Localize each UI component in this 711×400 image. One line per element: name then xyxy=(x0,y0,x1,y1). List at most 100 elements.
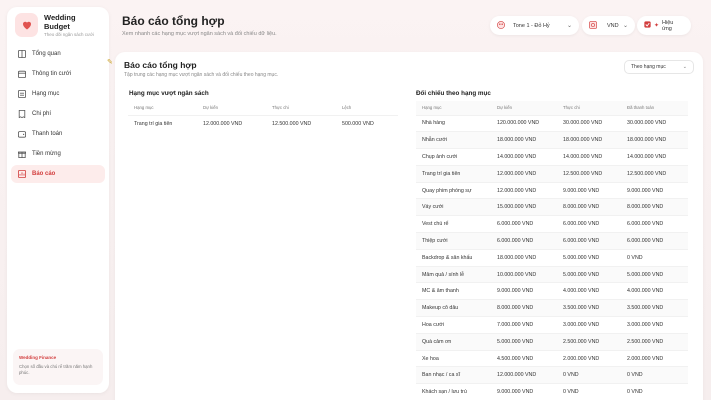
table-cell: 2.000.000 VND xyxy=(557,349,621,367)
table-row: Chụp ảnh cưới 14.000.000 VND 14.000.000 VN… xyxy=(416,148,688,166)
table-cell: 6.000.000 VND xyxy=(557,232,621,250)
sidebar-item-label: Thông tin cưới xyxy=(32,71,71,77)
calendar-icon xyxy=(17,70,26,79)
table-cell: 3.500.000 VND xyxy=(557,299,621,317)
effects-toggle[interactable]: ✦ Hiệu ứng xyxy=(637,16,691,35)
report-icon xyxy=(17,170,26,179)
table-cell: 18.000.000 VND xyxy=(491,131,557,149)
sidebar-item-categories[interactable]: Hạng mục xyxy=(11,85,105,103)
sidebar-item-wedding-info[interactable]: Thông tin cưới xyxy=(11,65,105,83)
table-cell: Chụp ảnh cưới xyxy=(416,148,491,166)
table-cell: 120.000.000 VND xyxy=(491,114,557,132)
column-header: Dự kiến xyxy=(491,101,557,115)
column-header: Thực chi xyxy=(272,105,289,111)
table-cell: 18.000.000 VND xyxy=(491,248,557,267)
column-header: Hạng mục xyxy=(416,101,491,115)
table-row: Nhẫn cưới 18.000.000 VND 18.000.000 VND 18.… xyxy=(416,131,688,149)
table-row: Makeup cô dâu 8.000.000 VND 3.500.000 VND 3… xyxy=(416,299,688,317)
table-cell: 2.000.000 VND xyxy=(621,349,688,367)
table-cell: Nhà hàng xyxy=(416,114,491,132)
chevron-down-icon: ⌄ xyxy=(622,23,628,29)
table-cell: 8.000.000 VND xyxy=(491,299,557,317)
panel-title: Báo cáo tổng hợp xyxy=(124,60,197,70)
column-header: Thực chi xyxy=(557,101,621,115)
sidebar-item-overview[interactable]: Tổng quan xyxy=(11,45,105,63)
table-cell: 12.000.000 VND xyxy=(491,164,557,183)
table-header-row: Hạng mục Dự kiến Thực chi Lệch xyxy=(128,101,398,115)
sidebar-item-expenses[interactable]: Chi phí xyxy=(11,105,105,123)
table-cell: Hoa cưới xyxy=(416,316,491,334)
table-cell: Nhẫn cưới xyxy=(416,131,491,149)
group-by-select[interactable]: Theo hạng mục ⌄ xyxy=(624,60,694,74)
table-row: Nhà hàng 120.000.000 VND 30.000.000 VND 30.… xyxy=(416,114,688,132)
table-row: Thiệp cưới 6.000.000 VND 6.000.000 VND 6.00… xyxy=(416,232,688,250)
report-panel: Báo cáo tổng hợp Tập trung các hạng mục … xyxy=(115,52,703,400)
table-cell: 6.000.000 VND xyxy=(491,232,557,250)
sidebar-item-label: Báo cáo xyxy=(32,171,56,177)
over-budget-title: Hạng mục vượt ngân sách xyxy=(129,90,209,97)
cursor-icon: ✎ xyxy=(107,59,113,66)
table-cell: 8.000.000 VND xyxy=(621,198,688,216)
sidebar: Wedding Budget Theo dõi ngân sách cưới T… xyxy=(7,7,109,393)
brand: Wedding Budget Theo dõi ngân sách cưới xyxy=(7,7,109,41)
table-row: Mâm quả / sính lễ 10.000.000 VND 5.000.000… xyxy=(416,265,688,283)
table-cell: Khách sạn / lưu trú xyxy=(416,383,491,400)
compare-table: Hạng mục Dự kiến Thực chi Đã thanh toán … xyxy=(416,101,688,400)
sidebar-nav: Tổng quan Thông tin cưới Hạng mục Chi ph… xyxy=(7,45,109,183)
table-cell: Mâm quả / sính lễ xyxy=(416,265,491,283)
table-cell: 500.000 VND xyxy=(336,114,398,132)
sidebar-item-label: Tổng quan xyxy=(32,51,61,57)
table-header-row: Hạng mục Dự kiến Thực chi Đã thanh toán xyxy=(416,101,688,115)
theme-value: Tone 1 - Đỏ Hỷ xyxy=(513,22,550,29)
table-cell: 5.000.000 VND xyxy=(557,248,621,267)
page-subtitle: Xem nhanh các hạng mục vượt ngân sách và… xyxy=(122,31,277,37)
table-cell: 5.000.000 VND xyxy=(621,265,688,283)
table-cell: 30.000.000 VND xyxy=(557,114,621,132)
table-cell: 4.500.000 VND xyxy=(491,349,557,367)
table-cell: 5.000.000 VND xyxy=(557,265,621,283)
effects-label: Hiệu ứng xyxy=(662,19,674,32)
table-cell: 7.000.000 VND xyxy=(491,316,557,334)
sidebar-footer-title: Wedding Finance xyxy=(19,355,57,360)
table-cell: 3.000.000 VND xyxy=(621,316,688,334)
sidebar-item-label: Hạng mục xyxy=(32,91,60,97)
table-cell: Trang trí gia tiên xyxy=(416,164,491,183)
table-cell: 0 VND xyxy=(621,366,688,384)
sidebar-item-reports[interactable]: Báo cáo xyxy=(11,165,105,183)
theme-select[interactable]: Tone 1 - Đỏ Hỷ ⌄ xyxy=(490,16,579,35)
table-cell: 9.000.000 VND xyxy=(621,181,688,199)
table-cell: Váy cưới xyxy=(416,198,491,216)
table-cell: 18.000.000 VND xyxy=(557,131,621,149)
table-cell: 6.000.000 VND xyxy=(491,215,557,233)
table-cell: 14.000.000 VND xyxy=(491,148,557,166)
table-cell: Thiệp cưới xyxy=(416,232,491,250)
table-cell: 9.000.000 VND xyxy=(491,282,557,300)
table-cell: 4.000.000 VND xyxy=(557,282,621,300)
table-row: Hoa cưới 7.000.000 VND 3.000.000 VND 3.000.… xyxy=(416,316,688,334)
sidebar-item-gifts[interactable]: Tiền mừng xyxy=(11,145,105,163)
panel-subtitle: Tập trung các hạng mục vượt ngân sách và… xyxy=(124,72,279,78)
currency-select[interactable]: VND ⌄ xyxy=(582,16,635,35)
table-row: Quay phim phóng sự 12.000.000 VND 9.000.00… xyxy=(416,181,688,199)
app-title: Wedding Budget xyxy=(44,12,76,31)
table-row: Trang trí gia tiên 12.000.000 VND 12.500… xyxy=(128,114,398,132)
table-cell: 9.000.000 VND xyxy=(491,383,557,400)
checkbox-icon xyxy=(644,21,651,30)
table-cell: 6.000.000 VND xyxy=(621,232,688,250)
sparkle-icon: ✦ xyxy=(654,23,660,29)
column-header: Dự kiến xyxy=(203,105,219,111)
receipt-icon xyxy=(17,110,26,119)
table-row: Vest chú rể 6.000.000 VND 6.000.000 VND 6.0… xyxy=(416,215,688,233)
list-icon xyxy=(17,90,26,99)
column-header: Đã thanh toán xyxy=(621,101,688,115)
table-cell: 12.000.000 VND xyxy=(491,366,557,384)
sidebar-item-payments[interactable]: Thanh toán xyxy=(11,125,105,143)
table-cell: 3.500.000 VND xyxy=(621,299,688,317)
over-budget-table: Hạng mục Dự kiến Thực chi Lệch Trang trí… xyxy=(128,101,398,132)
table-cell: Backdrop & sân khấu xyxy=(416,248,491,267)
table-cell: 0 VND xyxy=(621,383,688,400)
app-subtitle: Theo dõi ngân sách cưới xyxy=(44,31,95,37)
table-cell: 5.000.000 VND xyxy=(491,332,557,351)
table-cell: Xe hoa xyxy=(416,349,491,367)
grid-icon xyxy=(17,50,26,59)
